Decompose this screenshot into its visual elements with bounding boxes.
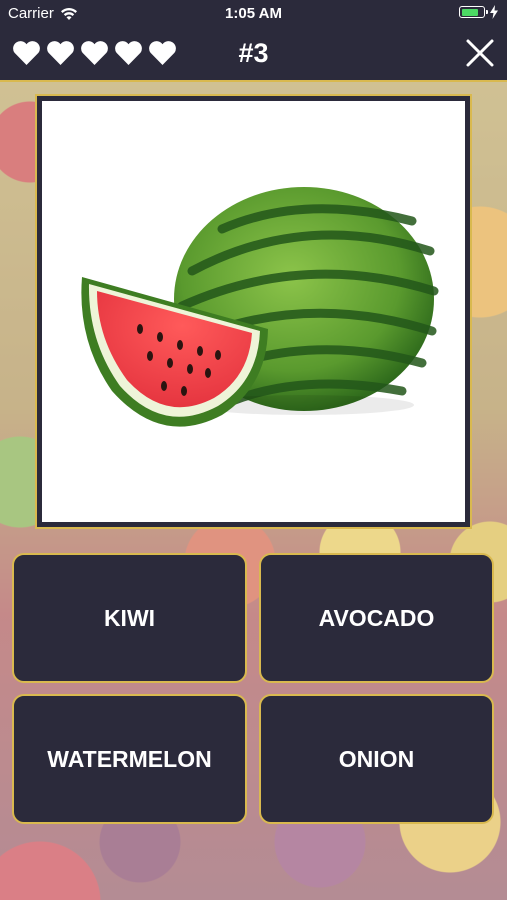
heart-icon [115, 41, 142, 65]
status-time: 1:05 AM [225, 5, 282, 22]
status-right [459, 5, 499, 19]
heart-icon [13, 41, 40, 65]
answer-button-1[interactable]: KIWI [12, 553, 247, 683]
game-area: KIWI AVOCADO WATERMELON ONION [0, 82, 507, 900]
lives [12, 40, 177, 66]
watermelon-image [81, 187, 439, 427]
close-icon[interactable] [465, 38, 495, 68]
status-bar: Carrier 1:05 AM [0, 0, 507, 28]
heart-icon [47, 41, 74, 65]
answer-button-3[interactable]: WATERMELON [12, 694, 247, 824]
heart-icon [81, 41, 108, 65]
charging-bolt-icon [490, 5, 498, 19]
battery-icon [459, 6, 488, 18]
game-header: #3 [0, 28, 507, 82]
question-image-frame [35, 94, 472, 529]
answer-button-4[interactable]: ONION [259, 694, 494, 824]
heart-icon [149, 41, 176, 65]
answer-button-2[interactable]: AVOCADO [259, 553, 494, 683]
question-image [42, 101, 465, 522]
